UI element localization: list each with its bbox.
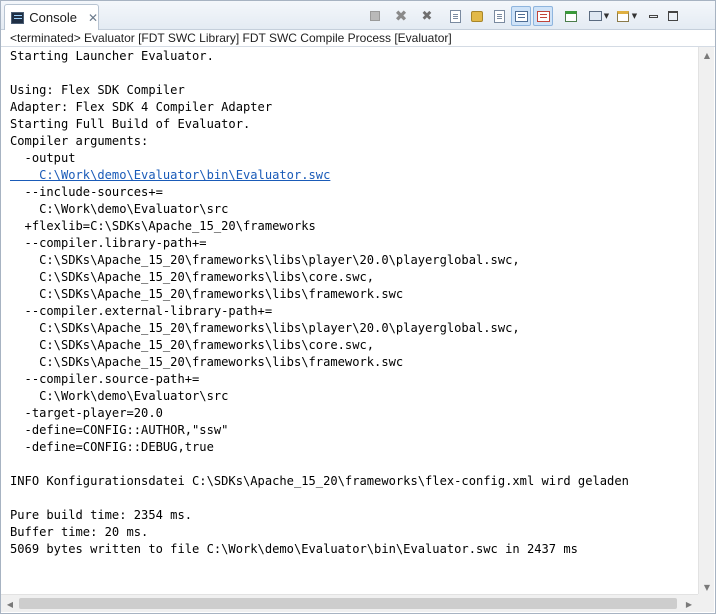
show-stdout-icon xyxy=(514,10,528,22)
console-line: C:\SDKs\Apache_15_20\frameworks\libs\fra… xyxy=(10,355,404,369)
console-line: Pure build time: 2354 ms. xyxy=(10,508,193,522)
word-wrap-button[interactable] xyxy=(489,6,509,26)
scroll-down-icon[interactable]: ▼ xyxy=(699,579,715,595)
console-line: --compiler.source-path+= xyxy=(10,372,200,386)
remove-icon: ✖ xyxy=(394,7,408,25)
minimize-button[interactable] xyxy=(643,6,663,26)
scroll-left-icon[interactable]: ◀ xyxy=(2,596,18,612)
console-line: C:\Work\demo\Evaluator\src xyxy=(10,389,229,403)
console-line: -define=CONFIG::DEBUG,true xyxy=(10,440,214,454)
console-line: Starting Full Build of Evaluator. xyxy=(10,117,251,131)
close-icon[interactable]: ✕ xyxy=(88,11,98,25)
console-line: -target-player=20.0 xyxy=(10,406,163,420)
tab-console[interactable]: Console ✕ xyxy=(4,4,99,30)
show-on-stderr-button[interactable] xyxy=(533,6,553,26)
view-toolbar: Console ✕ ✖ ✖ ▼ ▼ xyxy=(1,1,715,30)
console-line: Adapter: Flex SDK 4 Compiler Adapter xyxy=(10,100,273,114)
remove-all-icon: ✖ xyxy=(421,8,433,24)
vertical-scrollbar[interactable]: ▲ ▼ xyxy=(698,47,714,595)
console-line: -define=CONFIG::AUTHOR,"ssw" xyxy=(10,423,229,437)
console-line: --compiler.external-library-path+= xyxy=(10,304,273,318)
console-line: C:\SDKs\Apache_15_20\frameworks\libs\cor… xyxy=(10,270,375,284)
stop-icon xyxy=(370,11,380,21)
show-on-stdout-button[interactable] xyxy=(511,6,531,26)
open-console-dropdown-icon[interactable]: ▼ xyxy=(630,12,639,20)
scroll-lock-button[interactable] xyxy=(467,6,487,26)
console-line: C:\SDKs\Apache_15_20\frameworks\libs\cor… xyxy=(10,338,375,352)
pin-console-icon xyxy=(565,10,577,22)
word-wrap-icon xyxy=(493,9,505,23)
tab-console-label: Console xyxy=(29,10,77,25)
horizontal-scroll-thumb[interactable] xyxy=(19,598,677,609)
console-line: Compiler arguments: xyxy=(10,134,149,148)
console-line: Buffer time: 20 ms. xyxy=(10,525,149,539)
horizontal-scrollbar[interactable]: ◀ ▶ xyxy=(1,594,699,612)
console-line: 5069 bytes written to file C:\Work\demo\… xyxy=(10,542,578,556)
display-console-icon xyxy=(588,11,602,21)
console-line: --compiler.library-path+= xyxy=(10,236,207,250)
terminate-button[interactable] xyxy=(365,6,385,26)
minimize-icon xyxy=(648,14,658,18)
console-icon xyxy=(11,11,25,24)
clear-console-button[interactable] xyxy=(445,6,465,26)
remove-all-terminated-button[interactable]: ✖ xyxy=(417,6,437,26)
console-line: C:\SDKs\Apache_15_20\frameworks\libs\fra… xyxy=(10,287,404,301)
console-line: Starting Launcher Evaluator. xyxy=(10,49,214,63)
console-view: Console ✕ ✖ ✖ ▼ ▼ <terminated> Evaluator… xyxy=(0,0,716,614)
console-line: C:\SDKs\Apache_15_20\frameworks\libs\pla… xyxy=(10,321,520,335)
console-line: -output xyxy=(10,151,76,165)
scroll-right-icon[interactable]: ▶ xyxy=(681,596,697,612)
pin-console-button[interactable] xyxy=(561,6,581,26)
console-line: Using: Flex SDK Compiler xyxy=(10,83,185,97)
console-output[interactable]: Starting Launcher Evaluator. Using: Flex… xyxy=(1,47,699,595)
show-stderr-icon xyxy=(536,10,550,22)
console-line: --include-sources+= xyxy=(10,185,163,199)
scrollbar-corner xyxy=(698,594,714,612)
maximize-button[interactable] xyxy=(663,6,683,26)
clear-console-icon xyxy=(449,9,461,23)
console-line: C:\SDKs\Apache_15_20\frameworks\libs\pla… xyxy=(10,253,520,267)
open-console-icon xyxy=(617,10,629,22)
console-line: +flexlib=C:\SDKs\Apache_15_20\frameworks xyxy=(10,219,316,233)
process-label: <terminated> Evaluator [FDT SWC Library]… xyxy=(1,30,715,47)
maximize-icon xyxy=(668,11,678,21)
scroll-lock-icon xyxy=(471,10,483,22)
display-console-dropdown-icon[interactable]: ▼ xyxy=(602,12,611,20)
output-file-link[interactable]: C:\Work\demo\Evaluator\bin\Evaluator.swc xyxy=(10,167,330,184)
remove-launch-button[interactable]: ✖ xyxy=(391,6,411,26)
console-line: INFO Konfigurationsdatei C:\SDKs\Apache_… xyxy=(10,474,629,488)
console-line: C:\Work\demo\Evaluator\src xyxy=(10,202,229,216)
scroll-up-icon[interactable]: ▲ xyxy=(699,47,715,63)
